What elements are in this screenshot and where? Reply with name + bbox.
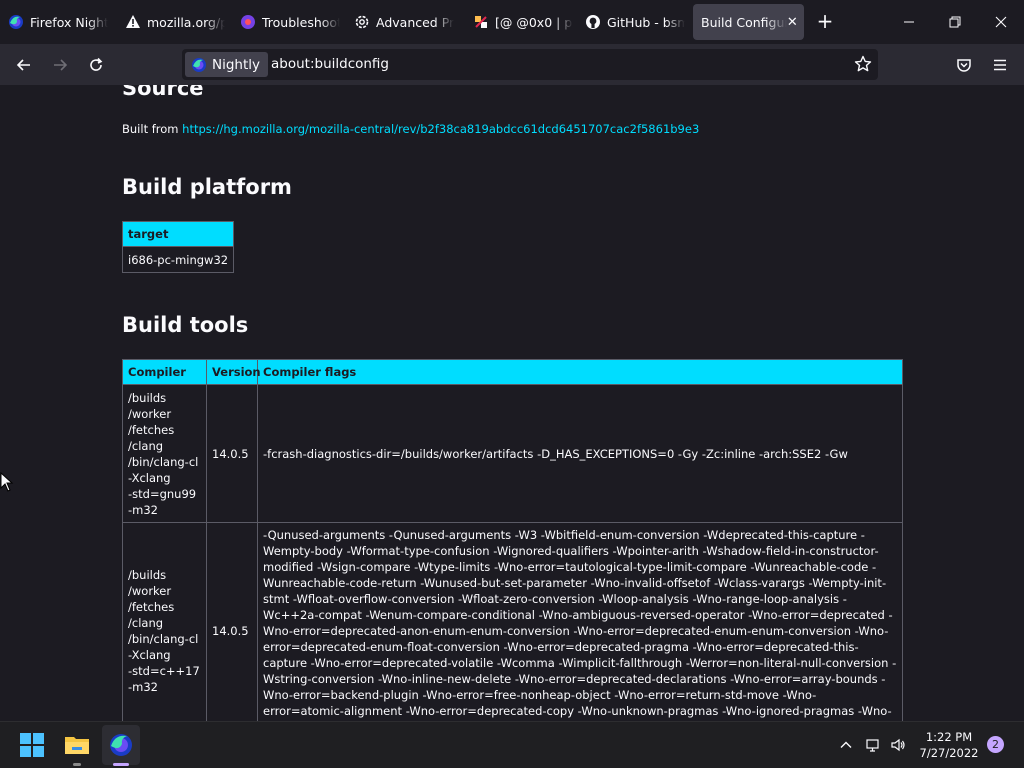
new-tab-button[interactable]: +	[815, 11, 835, 32]
tab-firefox-nightly[interactable]: Firefox Nightly	[8, 4, 108, 40]
bookmark-star-icon[interactable]	[854, 55, 872, 73]
tab-title: Advanced Preferences	[376, 14, 454, 30]
warning-icon	[125, 14, 141, 30]
url-bar[interactable]: Nightly about:buildconfig	[182, 49, 878, 80]
url-text[interactable]: about:buildconfig	[271, 56, 389, 72]
table-row: /builds /worker /fetches /clang /bin/cla…	[122, 384, 903, 523]
built-from-line: Built from https://hg.mozilla.org/mozill…	[122, 122, 699, 136]
firefox-nightly-taskbar-icon[interactable]	[107, 731, 135, 759]
source-heading: Source	[122, 85, 204, 100]
gear-icon	[354, 14, 370, 30]
file-explorer-icon[interactable]	[63, 731, 91, 759]
tab-title: Troubleshooting	[262, 14, 340, 30]
table-row: /builds /worker /fetches /clang /bin/cla…	[122, 522, 903, 721]
version-column-header: Version	[206, 359, 261, 385]
active-indicator	[113, 763, 129, 766]
restore-icon[interactable]	[943, 10, 967, 34]
clock-date: 7/27/2022	[919, 746, 979, 760]
pocket-icon[interactable]	[951, 52, 977, 78]
compiler-cell: /builds /worker /fetches /clang /bin/cla…	[122, 522, 207, 721]
build-platform-table: target i686-pc-mingw32	[121, 221, 235, 273]
flags-cell: -Qunused-arguments -Qunused-arguments -W…	[257, 522, 903, 721]
github-icon	[585, 14, 601, 30]
forward-arrow-icon[interactable]	[47, 52, 73, 78]
build-tools-table: Compiler Version Compiler flags /builds …	[122, 359, 903, 721]
notification-badge[interactable]: 2	[987, 736, 1004, 753]
platform-heading: Build platform	[122, 175, 292, 199]
tab-title: Build Configuration	[701, 14, 787, 30]
close-tab-icon[interactable]: ✕	[787, 15, 798, 30]
minimize-icon[interactable]	[897, 10, 921, 34]
identity-label: Nightly	[212, 56, 261, 73]
chevron-up-icon[interactable]	[836, 735, 856, 755]
network-icon[interactable]	[863, 735, 883, 755]
running-indicator	[73, 763, 81, 766]
tab-build-configuration[interactable]: Build Configuration ✕	[693, 4, 804, 40]
mouse-cursor-icon	[0, 472, 14, 492]
identity-box[interactable]: Nightly	[185, 52, 269, 77]
nightly-logo-icon	[192, 57, 206, 72]
tab-strip: Firefox Nightly mozilla.org/p Troublesho…	[0, 0, 1024, 44]
windows-start-icon[interactable]	[18, 731, 46, 759]
hamburger-menu-icon[interactable]	[987, 52, 1013, 78]
tab-troubleshooting[interactable]: Troubleshooting	[240, 4, 340, 40]
close-window-icon[interactable]	[989, 10, 1013, 34]
version-cell: 14.0.5	[206, 522, 258, 721]
built-from-label: Built from	[122, 122, 179, 136]
tab-mozilla-org[interactable]: mozilla.org/p	[125, 4, 225, 40]
tab-github[interactable]: GitHub - bsm	[585, 4, 685, 40]
reload-icon[interactable]	[83, 52, 109, 78]
tab-crash-report[interactable]: [@ @0x0 | pat	[473, 4, 573, 40]
flags-cell: -fcrash-diagnostics-dir=/builds/worker/a…	[257, 384, 903, 523]
tab-title: GitHub - bsm	[607, 14, 685, 30]
compiler-cell: /builds /worker /fetches /clang /bin/cla…	[122, 384, 207, 523]
version-cell: 14.0.5	[206, 384, 258, 523]
tab-title: mozilla.org/p	[147, 14, 225, 30]
tab-title: Firefox Nightly	[30, 14, 108, 30]
back-arrow-icon[interactable]	[11, 52, 37, 78]
troubleshoot-icon	[240, 14, 256, 30]
compiler-column-header: Compiler	[122, 359, 207, 385]
tools-heading: Build tools	[122, 313, 249, 337]
system-clock[interactable]: 1:22 PM 7/27/2022	[915, 729, 983, 761]
volume-icon[interactable]	[888, 735, 908, 755]
tab-title: [@ @0x0 | pat	[495, 14, 573, 30]
clock-time: 1:22 PM	[925, 730, 973, 744]
page-content: Source Built from https://hg.mozilla.org…	[0, 85, 1024, 721]
source-revision-link[interactable]: https://hg.mozilla.org/mozilla-central/r…	[182, 122, 699, 136]
firefox-nightly-icon	[8, 14, 24, 30]
windows-taskbar: 1:22 PM 7/27/2022 2	[0, 721, 1024, 768]
navigation-toolbar: Nightly about:buildconfig	[0, 44, 1024, 85]
flags-column-header: Compiler flags	[257, 359, 903, 385]
target-value: i686-pc-mingw32	[121, 246, 235, 273]
crash-icon	[473, 14, 489, 30]
target-header: target	[121, 221, 235, 247]
tab-advanced-preferences[interactable]: Advanced Preferences	[354, 4, 454, 40]
